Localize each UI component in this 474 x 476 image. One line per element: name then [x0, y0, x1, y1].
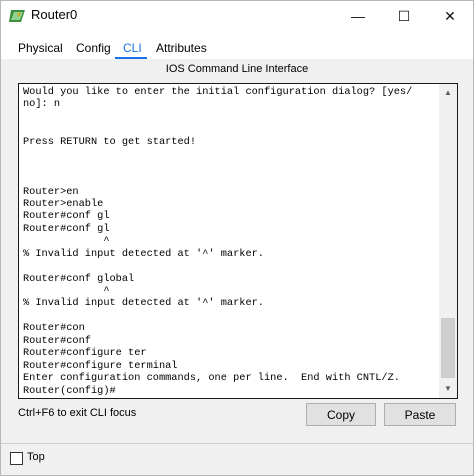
terminal-line: % Invalid input detected at '^' marker.	[23, 297, 264, 310]
window-title: Router0	[31, 7, 78, 22]
terminal-line: Router>enable	[23, 197, 104, 210]
terminal-line: Router#conf gl	[23, 210, 110, 223]
panel-title: IOS Command Line Interface	[165, 63, 309, 75]
scroll-down-arrow-icon[interactable]: ▼	[439, 380, 457, 396]
terminal-line: Router#configure ter	[23, 347, 147, 360]
paste-button[interactable]: Paste	[384, 403, 456, 426]
terminal-line: Would you like to enter the initial conf…	[23, 86, 413, 98]
title-bar: Router0 — ☐ ✕	[1, 1, 473, 31]
maximize-button[interactable]: ☐	[381, 1, 427, 31]
tab-cli[interactable]: CLI	[123, 41, 142, 55]
terminal-output[interactable]: Would you like to enter the initial conf…	[23, 86, 439, 396]
terminal-line: Router(config)#	[23, 384, 116, 397]
scroll-thumb[interactable]	[441, 318, 455, 378]
copy-button[interactable]: Copy	[306, 403, 376, 426]
close-button[interactable]: ✕	[427, 1, 473, 31]
tab-config[interactable]: Config	[76, 41, 111, 55]
tab-bar: Physical Config CLI Attributes	[1, 31, 473, 59]
scroll-up-arrow-icon[interactable]: ▲	[439, 84, 457, 100]
terminal-scrollbar[interactable]: ▲ ▼	[439, 84, 457, 398]
terminal-line: ^	[23, 285, 110, 297]
router-app-icon	[9, 8, 27, 24]
cli-focus-hint: Ctrl+F6 to exit CLI focus	[18, 407, 137, 419]
terminal-line: Router#con	[23, 322, 85, 335]
terminal-line: % Invalid input detected at '^' marker.	[23, 247, 264, 260]
tab-attributes[interactable]: Attributes	[156, 41, 207, 55]
cli-terminal[interactable]: Would you like to enter the initial conf…	[18, 83, 458, 399]
top-checkbox[interactable]	[10, 452, 23, 465]
terminal-line: Router#configure terminal	[23, 359, 178, 372]
router-window: Router0 — ☐ ✕ Physical Config CLI Attrib…	[0, 0, 474, 476]
terminal-line: Press RETURN to get started!	[23, 135, 197, 148]
terminal-line: Router#conf global	[23, 272, 135, 285]
minimize-button[interactable]: —	[335, 1, 381, 31]
terminal-line: no]: n	[23, 98, 61, 111]
terminal-line: Router#conf	[23, 334, 91, 347]
terminal-line: Router#conf gl	[23, 222, 110, 235]
top-label: Top	[27, 451, 45, 463]
terminal-line: ^	[23, 235, 110, 248]
active-tab-indicator	[115, 57, 147, 59]
tab-physical[interactable]: Physical	[18, 41, 63, 55]
footer-divider	[1, 443, 473, 444]
terminal-line: Enter configuration commands, one per li…	[23, 372, 400, 385]
terminal-line: Router>en	[23, 185, 79, 198]
